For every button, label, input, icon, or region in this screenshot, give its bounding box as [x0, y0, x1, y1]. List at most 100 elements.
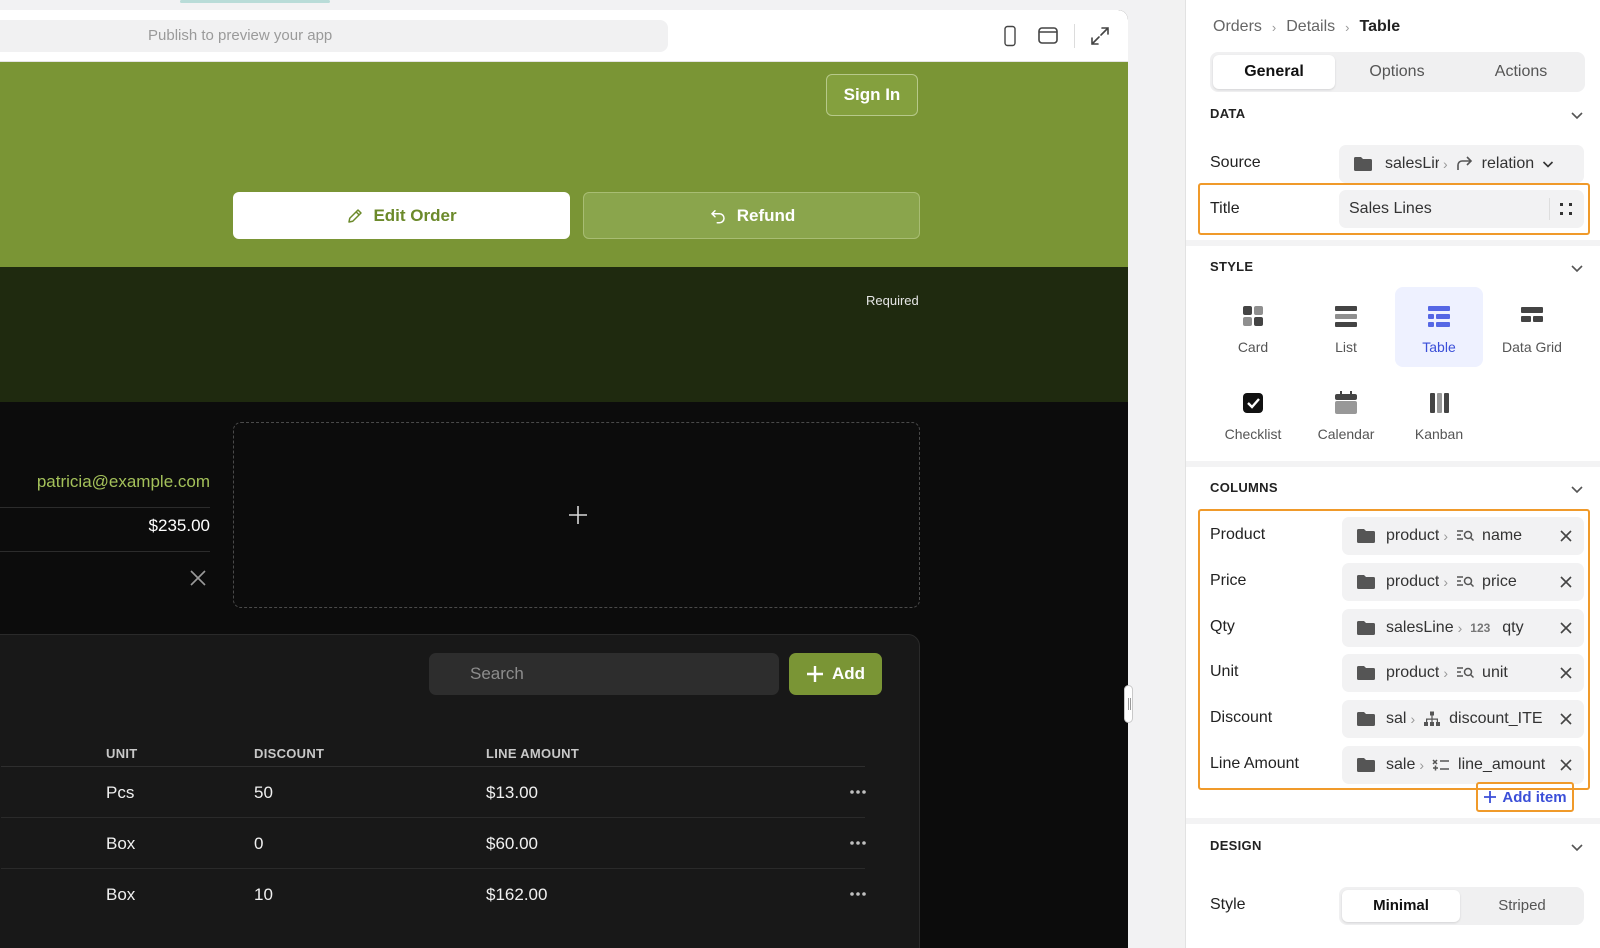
style-option-card[interactable]: Card [1209, 287, 1297, 367]
inspector-panel: Orders › Details › Table General Options… [1185, 0, 1600, 948]
row-divider [1, 868, 865, 869]
column-binding[interactable]: sal › discount_ITE [1342, 700, 1584, 738]
style-option-data-grid[interactable]: Data Grid [1488, 287, 1576, 367]
panel-resize-handle[interactable] [1124, 685, 1133, 723]
column-header-unit[interactable]: UNIT [106, 746, 138, 761]
add-item-button[interactable]: Add item [1476, 782, 1574, 812]
column-binding[interactable]: product › name [1342, 517, 1584, 555]
chevron-down-icon[interactable] [1570, 261, 1584, 275]
breadcrumb-orders[interactable]: Orders [1213, 18, 1262, 36]
remove-icon[interactable] [1559, 666, 1573, 680]
column-header-line-amount[interactable]: LINE AMOUNT [486, 746, 579, 761]
expand-icon[interactable] [1088, 24, 1112, 48]
close-icon[interactable] [189, 569, 207, 587]
column-path: sale [1386, 756, 1416, 773]
column-label: Line Amount [1210, 755, 1299, 772]
hierarchy-icon [1424, 711, 1441, 726]
cell-unit: Box [106, 834, 136, 853]
section-divider [1186, 461, 1600, 467]
sales-lines-table-card: Search Add UNIT DISCOUNT LINE AMOUNT Pcs… [0, 634, 920, 948]
undo-icon [710, 209, 725, 223]
list-icon [1335, 306, 1357, 327]
cell-discount: 50 [254, 783, 273, 802]
tab-options[interactable]: Options [1336, 55, 1458, 89]
folder-icon [1357, 758, 1375, 772]
chevron-down-icon[interactable] [1570, 840, 1584, 854]
design-style-label: Style [1210, 896, 1246, 913]
kanban-icon [1430, 393, 1449, 413]
column-binding[interactable]: product › price [1342, 563, 1584, 601]
style-option-label: List [1335, 339, 1357, 355]
remove-icon[interactable] [1559, 758, 1573, 772]
remove-icon[interactable] [1559, 575, 1573, 589]
style-option-list[interactable]: List [1302, 287, 1390, 367]
breadcrumb-table: Table [1359, 18, 1401, 35]
source-selector[interactable]: salesLir › relation [1339, 145, 1584, 183]
design-option-minimal[interactable]: Minimal [1342, 890, 1460, 922]
plus-icon [1484, 791, 1497, 803]
style-option-table[interactable]: Table [1395, 287, 1483, 367]
header-divider [1, 766, 865, 767]
cell-unit: Pcs [106, 783, 135, 802]
customer-email-link[interactable]: patricia@example.com [0, 472, 210, 492]
style-option-label: Card [1237, 339, 1269, 355]
style-option-label: Kanban [1414, 426, 1464, 442]
more-icon[interactable] [849, 840, 867, 846]
source-path: salesLir [1385, 155, 1439, 172]
lookup-icon [1457, 530, 1475, 542]
style-option-kanban[interactable]: Kanban [1395, 374, 1483, 454]
edit-order-button[interactable]: Edit Order [233, 192, 570, 239]
refund-button[interactable]: Refund [583, 192, 920, 239]
style-option-calendar[interactable]: Calendar [1302, 374, 1390, 454]
source-relation: relation [1481, 155, 1535, 172]
column-header-discount[interactable]: DISCOUNT [254, 746, 324, 761]
source-label: Source [1210, 154, 1261, 171]
chevron-down-icon[interactable] [1570, 108, 1584, 122]
sign-in-button[interactable]: Sign In [826, 74, 918, 116]
formula-icon [1432, 759, 1450, 771]
section-divider [1186, 240, 1600, 246]
column-field: line_amount [1458, 756, 1546, 773]
column-field: unit [1482, 664, 1508, 681]
column-binding[interactable]: sale › line_amount [1342, 746, 1584, 784]
tab-actions[interactable]: Actions [1460, 55, 1582, 89]
column-binding[interactable]: product › unit [1342, 654, 1584, 692]
column-field: discount_ITE [1449, 710, 1543, 727]
tablet-device-icon[interactable] [1036, 24, 1060, 48]
column-label: Price [1210, 572, 1247, 589]
edit-order-label: Edit Order [373, 205, 457, 225]
folder-icon [1357, 621, 1375, 635]
column-binding[interactable]: salesLine › 123 qty [1342, 609, 1584, 647]
mobile-device-icon[interactable] [998, 24, 1022, 48]
column-label: Discount [1210, 709, 1273, 726]
style-option-checklist[interactable]: Checklist [1209, 374, 1297, 454]
column-label: Unit [1210, 663, 1239, 680]
tab-general[interactable]: General [1213, 55, 1335, 89]
chevron-right-icon: › [1443, 156, 1448, 172]
title-input[interactable]: Sales Lines [1339, 190, 1584, 228]
remove-icon[interactable] [1559, 621, 1573, 635]
image-upload-dropzone[interactable] [233, 422, 920, 608]
more-icon[interactable] [849, 789, 867, 795]
design-option-striped[interactable]: Striped [1463, 890, 1581, 922]
required-label: Required [866, 293, 919, 308]
section-title-columns: COLUMNS [1210, 480, 1278, 495]
style-option-label: Data Grid [1502, 339, 1562, 355]
breadcrumb-details[interactable]: Details [1286, 18, 1335, 36]
folder-icon [1357, 712, 1375, 726]
cell-discount: 10 [254, 885, 273, 904]
variable-icon[interactable] [1559, 202, 1573, 216]
remove-icon[interactable] [1559, 529, 1573, 543]
chevron-down-icon[interactable] [1570, 482, 1584, 496]
preview-frame: Publish to preview your app Sign In Edit… [0, 10, 1128, 948]
title-label: Title [1210, 200, 1240, 217]
remove-icon[interactable] [1559, 712, 1573, 726]
cell-line-amount: $60.00 [486, 834, 538, 853]
app-preview-pane: Publish to preview your app Sign In Edit… [0, 0, 1160, 948]
more-icon[interactable] [849, 891, 867, 897]
add-button[interactable]: Add [789, 653, 882, 695]
column-path: salesLine [1386, 619, 1454, 636]
column-label: Qty [1210, 618, 1235, 635]
search-input[interactable]: Search [429, 653, 779, 695]
cell-line-amount: $162.00 [486, 885, 548, 904]
